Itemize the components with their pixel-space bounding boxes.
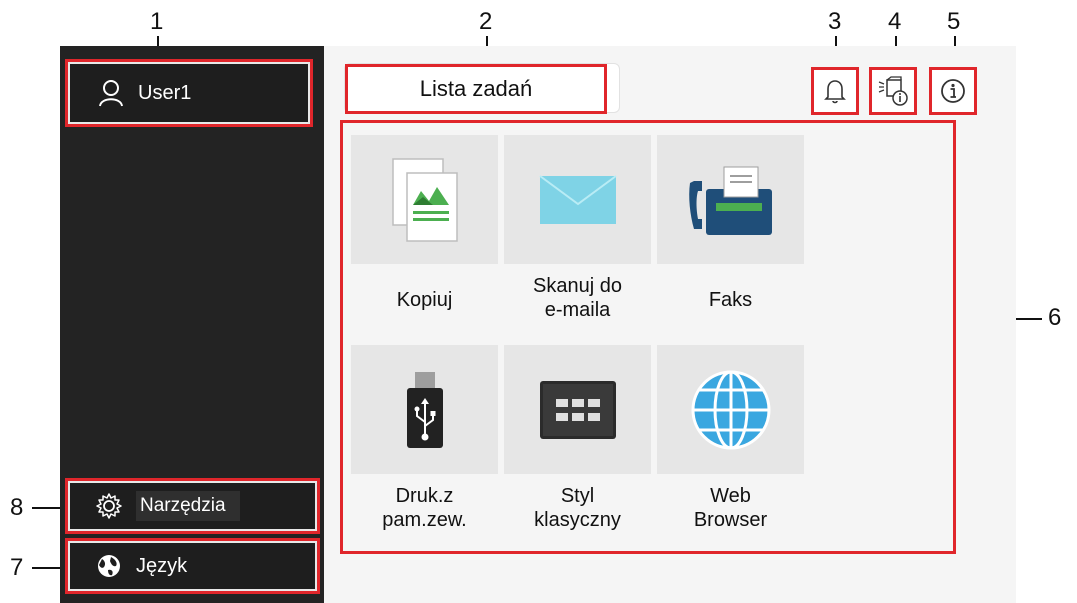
app-label-fax: Faks [708, 289, 753, 311]
globe-language-icon [98, 555, 120, 577]
app-tile-classic-style[interactable]: Styl klasyczny [504, 345, 651, 532]
info-button[interactable] [929, 67, 977, 115]
app-label-web-browser: Web Browser [693, 485, 768, 531]
callout-1: 1 [150, 8, 164, 35]
app-tile-fax[interactable]: Faks [657, 135, 804, 312]
email-icon [538, 174, 617, 224]
callout-8: 8 [10, 494, 24, 521]
app-tile-scan-email[interactable]: Skanuj do e-maila [504, 135, 651, 322]
callout-2: 2 [479, 8, 493, 35]
app-label-classic-style: Styl klasyczny [534, 485, 621, 531]
job-list-button[interactable]: Lista zadań [345, 64, 607, 114]
callout-3: 3 [828, 8, 842, 35]
user-label: User1 [138, 81, 192, 104]
language-button[interactable]: Język [65, 538, 320, 594]
callout-6: 6 [1048, 304, 1062, 331]
user-button[interactable]: User1 [65, 59, 313, 127]
tools-label: Narzędzia [136, 491, 240, 521]
fax-icon [688, 166, 772, 235]
callout-5: 5 [947, 8, 961, 35]
device-info-icon [878, 76, 908, 106]
notification-button[interactable] [811, 67, 859, 115]
usb-icon [406, 371, 443, 448]
device-info-button[interactable] [869, 67, 917, 115]
app-label-copy: Kopiuj [396, 289, 453, 311]
app-tile-web-browser[interactable]: Web Browser [657, 345, 804, 532]
job-list-label: Lista zadań [419, 76, 533, 101]
gear-icon [96, 493, 122, 519]
copy-icon [391, 157, 458, 242]
bell-icon [824, 80, 846, 104]
keypad-icon [539, 380, 616, 439]
app-label-usb-print: Druk.z pam.zew. [382, 485, 467, 531]
tools-button[interactable]: Narzędzia [65, 478, 320, 534]
globe-icon [691, 370, 770, 449]
language-label: Język [136, 554, 188, 577]
user-icon [99, 80, 123, 107]
app-label-scan-email: Skanuj do e-maila [533, 275, 622, 321]
callout-7: 7 [10, 554, 24, 581]
callout-4: 4 [888, 8, 902, 35]
app-tile-usb-print[interactable]: Druk.z pam.zew. [351, 345, 498, 532]
app-tile-copy[interactable]: Kopiuj [351, 135, 498, 312]
info-icon [941, 79, 965, 103]
